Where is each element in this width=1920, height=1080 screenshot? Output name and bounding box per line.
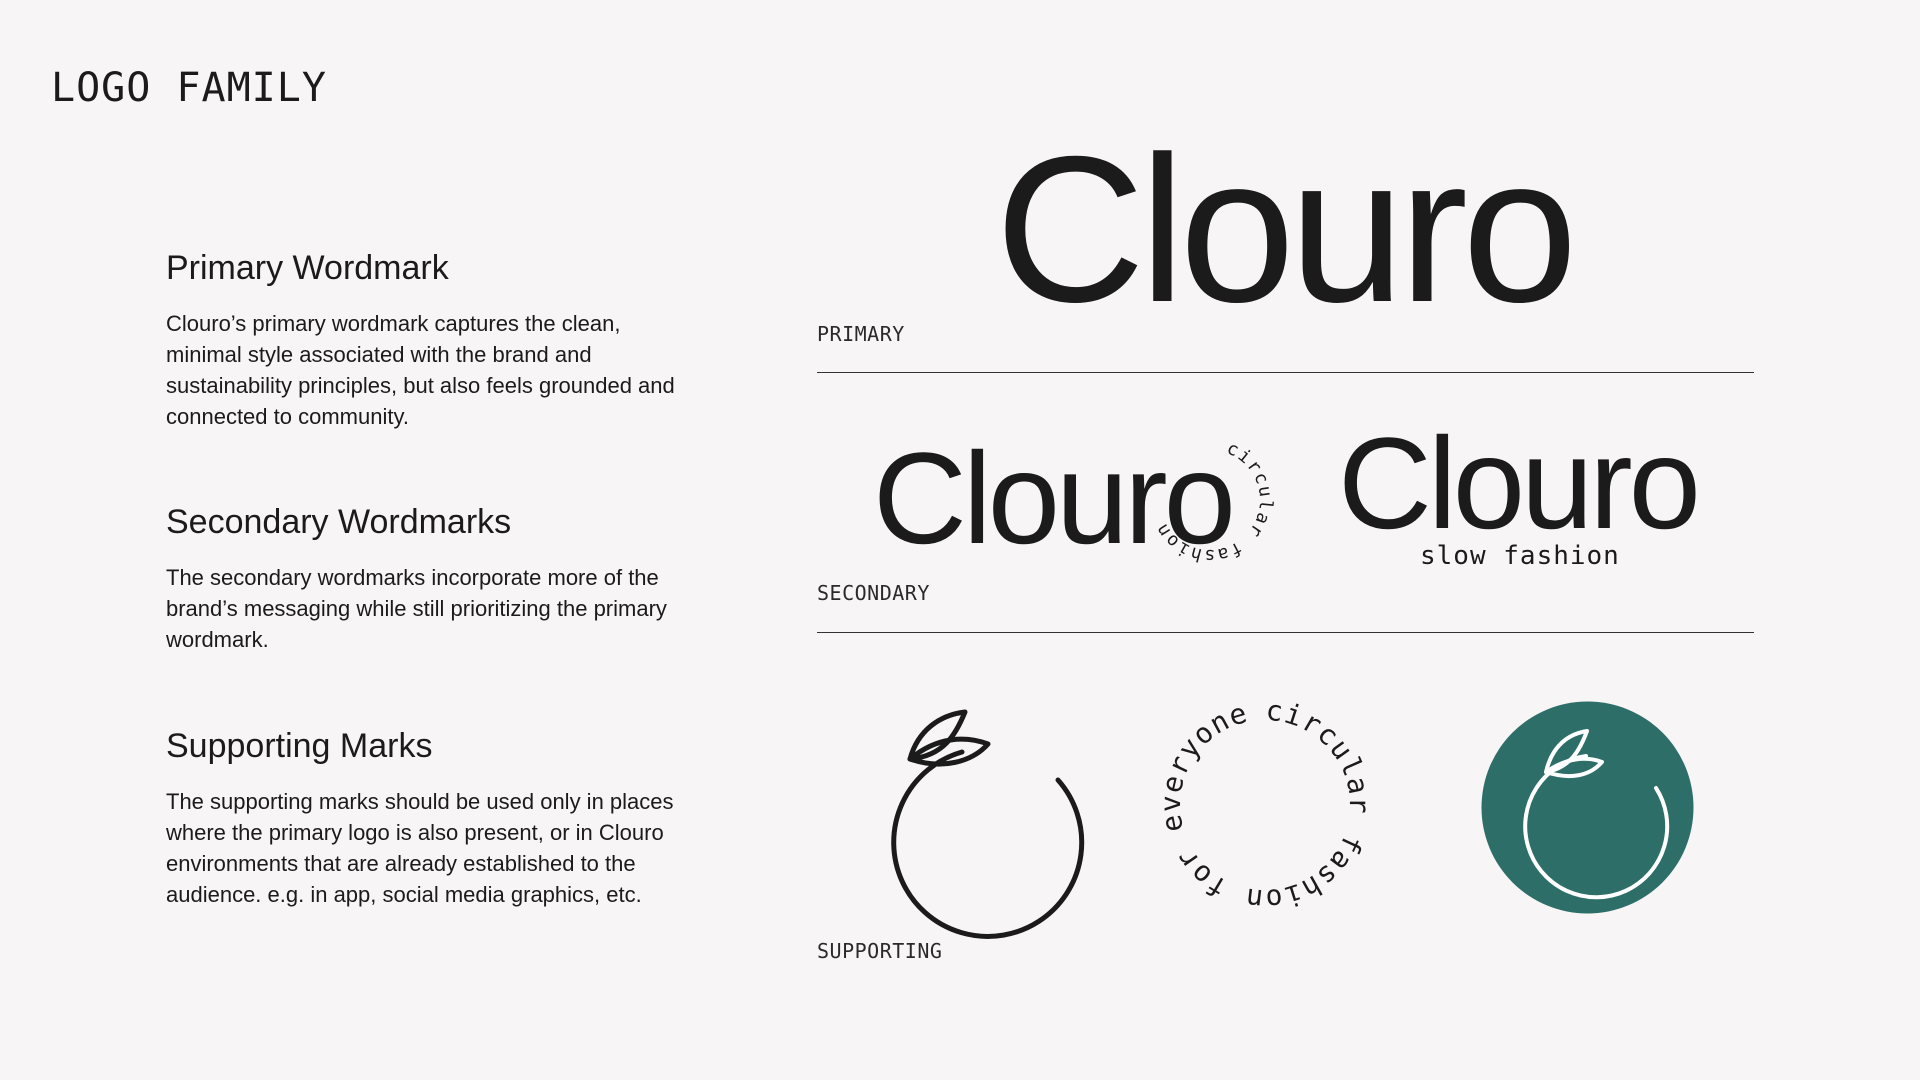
ring-arc-textpath: circular fashion for everyone xyxy=(1154,694,1375,917)
circular-fashion-badge: circular fashion xyxy=(1151,438,1276,566)
secondary-wordmarks-section: Secondary Wordmarks The secondary wordma… xyxy=(166,502,676,655)
fruit-leaf-icon xyxy=(891,709,1085,939)
secondary-wordmark-slow-fashion: Clouro xyxy=(1338,410,1701,556)
fruit-leaf-badge-icon xyxy=(1481,701,1694,914)
supporting-marks-heading: Supporting Marks xyxy=(166,727,433,765)
primary-divider xyxy=(817,372,1754,373)
secondary-wordmarks-description: The secondary wordmarks incorporate more… xyxy=(166,565,667,652)
primary-wordmark-section: Primary Wordmark Clouro’s primary wordma… xyxy=(166,248,676,432)
secondary-divider xyxy=(817,632,1754,633)
ring-arc-text: circular fashion for everyone xyxy=(1154,694,1376,917)
primary-wordmark-description: Clouro’s primary wordmark captures the c… xyxy=(166,311,675,429)
supporting-marks-section: Supporting Marks The supporting marks sh… xyxy=(166,726,676,910)
supporting-row-label: SUPPORTING xyxy=(817,939,943,963)
primary-row-label: PRIMARY xyxy=(817,322,905,346)
page-title: LOGO FAMILY xyxy=(51,65,327,111)
slow-fashion-tagline: slow fashion xyxy=(1420,541,1620,571)
circular-fashion-ring: circular fashion for everyone xyxy=(1154,694,1376,917)
secondary-row-label: SECONDARY xyxy=(817,581,930,605)
primary-wordmark-logo: Clouro xyxy=(995,114,1578,346)
badge-arc-text: circular fashion xyxy=(1151,438,1276,566)
secondary-wordmarks-heading: Secondary Wordmarks xyxy=(166,503,512,541)
badge-arc-textpath: circular fashion xyxy=(1151,438,1275,566)
primary-wordmark-heading: Primary Wordmark xyxy=(166,249,449,287)
supporting-marks-description: The supporting marks should be used only… xyxy=(166,789,674,907)
